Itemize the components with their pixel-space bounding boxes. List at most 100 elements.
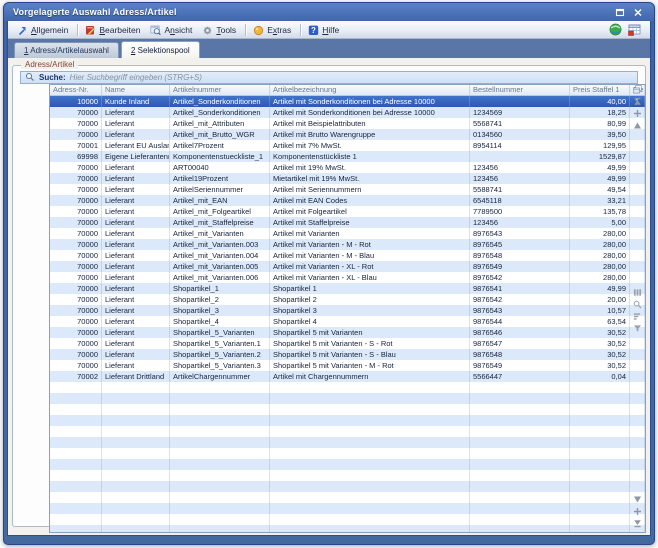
cell-bezeichnung: Artikel mit 19% MwSt. (270, 162, 470, 173)
table-row[interactable]: 70000LieferantArtikel_mit_Varianten.006A… (50, 272, 645, 283)
menu-item-bearbeiten[interactable]: Bearbeiten (81, 23, 146, 37)
table-row[interactable]: 70000LieferantArtikel19ProzentMietartike… (50, 173, 645, 184)
table-row-empty[interactable] (50, 437, 645, 448)
cell-adress: 70000 (50, 217, 102, 228)
column-header-bestellnummer[interactable]: Bestellnummer (470, 85, 570, 95)
table-row[interactable]: 70000LieferantArtikel_mit_FolgeartikelAr… (50, 206, 645, 217)
cell-bezeichnung: Komponentenstückliste 1 (270, 151, 470, 162)
table-row[interactable]: 70000LieferantShopartikel_5_Varianten.1S… (50, 338, 645, 349)
column-header-name[interactable]: Name (102, 85, 170, 95)
cell-preis: 5,00 (570, 217, 630, 228)
cell-bezeichnung (270, 503, 470, 514)
filter-icon[interactable] (632, 323, 643, 334)
column-header-bezeichnung[interactable]: Artikelbezeichnung (270, 85, 470, 95)
help-icon: ? (308, 24, 319, 36)
table-row-empty[interactable] (50, 448, 645, 459)
tab-2[interactable]: 2 Selektionspool (121, 41, 200, 58)
cell-name (102, 382, 170, 393)
table-row-empty[interactable] (50, 459, 645, 470)
table-row[interactable]: 69998Eigene Lieferantennummer-FirmaKompo… (50, 151, 645, 162)
cell-adress: 70000 (50, 283, 102, 294)
table-row[interactable]: 70000LieferantArtikel_SonderkonditionenA… (50, 107, 645, 118)
cell-artikelnummer: ART00040 (170, 162, 270, 173)
column-chooser-icon[interactable] (632, 84, 643, 95)
table-row[interactable]: 70000LieferantShopartikel_5_VariantenSho… (50, 327, 645, 338)
table-row[interactable]: 70002Lieferant DrittlandArtikelChargennu… (50, 371, 645, 382)
scroll-to-bottom-icon[interactable] (632, 518, 643, 529)
table-row[interactable]: 70000LieferantArtikel_mit_AttributenArti… (50, 118, 645, 129)
cell-artikelnummer (170, 415, 270, 426)
table-row[interactable]: 70000LieferantShopartikel_3Shopartikel 3… (50, 305, 645, 316)
column-header-preis[interactable]: Preis Staffel 1 (570, 85, 630, 95)
table-row[interactable]: 70000LieferantArtikel_mit_Varianten.004A… (50, 250, 645, 261)
menu-item-hilfe[interactable]: ?Hilfe (304, 23, 345, 37)
menu-item-tools[interactable]: Tools (198, 23, 242, 37)
cell-adress: 70000 (50, 305, 102, 316)
menu-item-extras[interactable]: Extras (249, 23, 297, 37)
table-row-empty[interactable] (50, 470, 645, 481)
table-row[interactable]: 70000LieferantShopartikel_4Shopartikel 4… (50, 316, 645, 327)
cell-preis: 10,57 (570, 305, 630, 316)
table-row[interactable]: 70000LieferantArtikel_mit_Varianten.003A… (50, 239, 645, 250)
menu-item-ansicht[interactable]: Ansicht (146, 23, 198, 37)
cell-artikelnummer: Artikel_Sonderkonditionen (170, 107, 270, 118)
table-row-empty[interactable] (50, 525, 645, 533)
table-row[interactable]: 70000LieferantArtikel_mit_StaffelpreiseA… (50, 217, 645, 228)
table-row[interactable]: 70000LieferantArtikel_mit_Varianten.005A… (50, 261, 645, 272)
table-row[interactable]: 70000LieferantArtikel_mit_Brutto_WGRArti… (50, 129, 645, 140)
table-row[interactable]: 70000LieferantShopartikel_2Shopartikel 2… (50, 294, 645, 305)
cell-preis: 80,99 (570, 118, 630, 129)
table-row[interactable]: 70000LieferantShopartikel_5_Varianten.2S… (50, 349, 645, 360)
menu-item-allgemein[interactable]: Allgemein (13, 23, 74, 37)
tab-1[interactable]: 1 Adress/Artikelauswahl (14, 42, 119, 58)
table-row-empty[interactable] (50, 404, 645, 415)
table-row-empty[interactable] (50, 492, 645, 503)
cell-adress: 69998 (50, 151, 102, 162)
column-header-artikelnummer[interactable]: Artikelnummer (170, 85, 270, 95)
globe-icon[interactable] (609, 23, 622, 36)
scroll-marker-icon[interactable] (632, 506, 643, 517)
table-row[interactable]: 10000Kunde InlandArtikel_Sonderkondition… (50, 96, 645, 107)
search-input[interactable]: Suche: Hier Suchbegriff eingeben (STRG+S… (20, 71, 638, 84)
table-row-empty[interactable] (50, 393, 645, 404)
cell-name: Lieferant (102, 338, 170, 349)
table-row[interactable]: 70000LieferantART00040Artikel mit 19% Mw… (50, 162, 645, 173)
cell-preis (570, 481, 630, 492)
cell-adress (50, 382, 102, 393)
table-row[interactable]: 70000LieferantArtikel_mit_EANArtikel mit… (50, 195, 645, 206)
table-row-empty[interactable] (50, 426, 645, 437)
cell-artikelnummer: Komponentenstueckliste_1 (170, 151, 270, 162)
table-row[interactable]: 70001Lieferant EU AuslandArtikel7Prozent… (50, 140, 645, 151)
cell-adress: 70000 (50, 118, 102, 129)
selection-grid-icon[interactable] (628, 23, 641, 36)
search-icon[interactable] (632, 299, 643, 310)
table-row[interactable]: 70000LieferantArtikelSeriennummerArtikel… (50, 184, 645, 195)
cell-bezeichnung: Shopartikel 3 (270, 305, 470, 316)
table-row-empty[interactable] (50, 382, 645, 393)
tools-icon (202, 24, 213, 36)
table-row-empty[interactable] (50, 415, 645, 426)
tab-band: 1 Adress/Artikelauswahl2 Selektionspool (8, 39, 650, 58)
table-row-empty[interactable] (50, 514, 645, 525)
table-row-empty[interactable] (50, 503, 645, 514)
table-row[interactable]: 70000LieferantArtikel_mit_VariantenArtik… (50, 228, 645, 239)
cell-preis (570, 393, 630, 404)
scroll-to-top-icon[interactable] (632, 96, 643, 107)
arrow-ne-icon (17, 24, 28, 36)
restore-button[interactable] (613, 6, 627, 18)
scroll-down-icon[interactable] (632, 494, 643, 505)
scroll-up-icon[interactable] (632, 120, 643, 131)
table-row[interactable]: 70000LieferantShopartikel_1Shopartikel 1… (50, 283, 645, 294)
cell-adress: 70000 (50, 195, 102, 206)
cell-adress: 70000 (50, 261, 102, 272)
table-row-empty[interactable] (50, 481, 645, 492)
close-button[interactable] (631, 6, 645, 18)
column-header-adress[interactable]: Adress-Nr. (50, 85, 102, 95)
table-row[interactable]: 70000LieferantShopartikel_5_Varianten.3S… (50, 360, 645, 371)
cell-preis: 280,00 (570, 239, 630, 250)
sort-icon[interactable] (632, 311, 643, 322)
grid-header-row: Adress-Nr.NameArtikelnummerArtikelbezeic… (50, 85, 645, 96)
columns-icon[interactable] (632, 287, 643, 298)
scroll-marker-icon[interactable] (632, 108, 643, 119)
cell-artikelnummer (170, 492, 270, 503)
